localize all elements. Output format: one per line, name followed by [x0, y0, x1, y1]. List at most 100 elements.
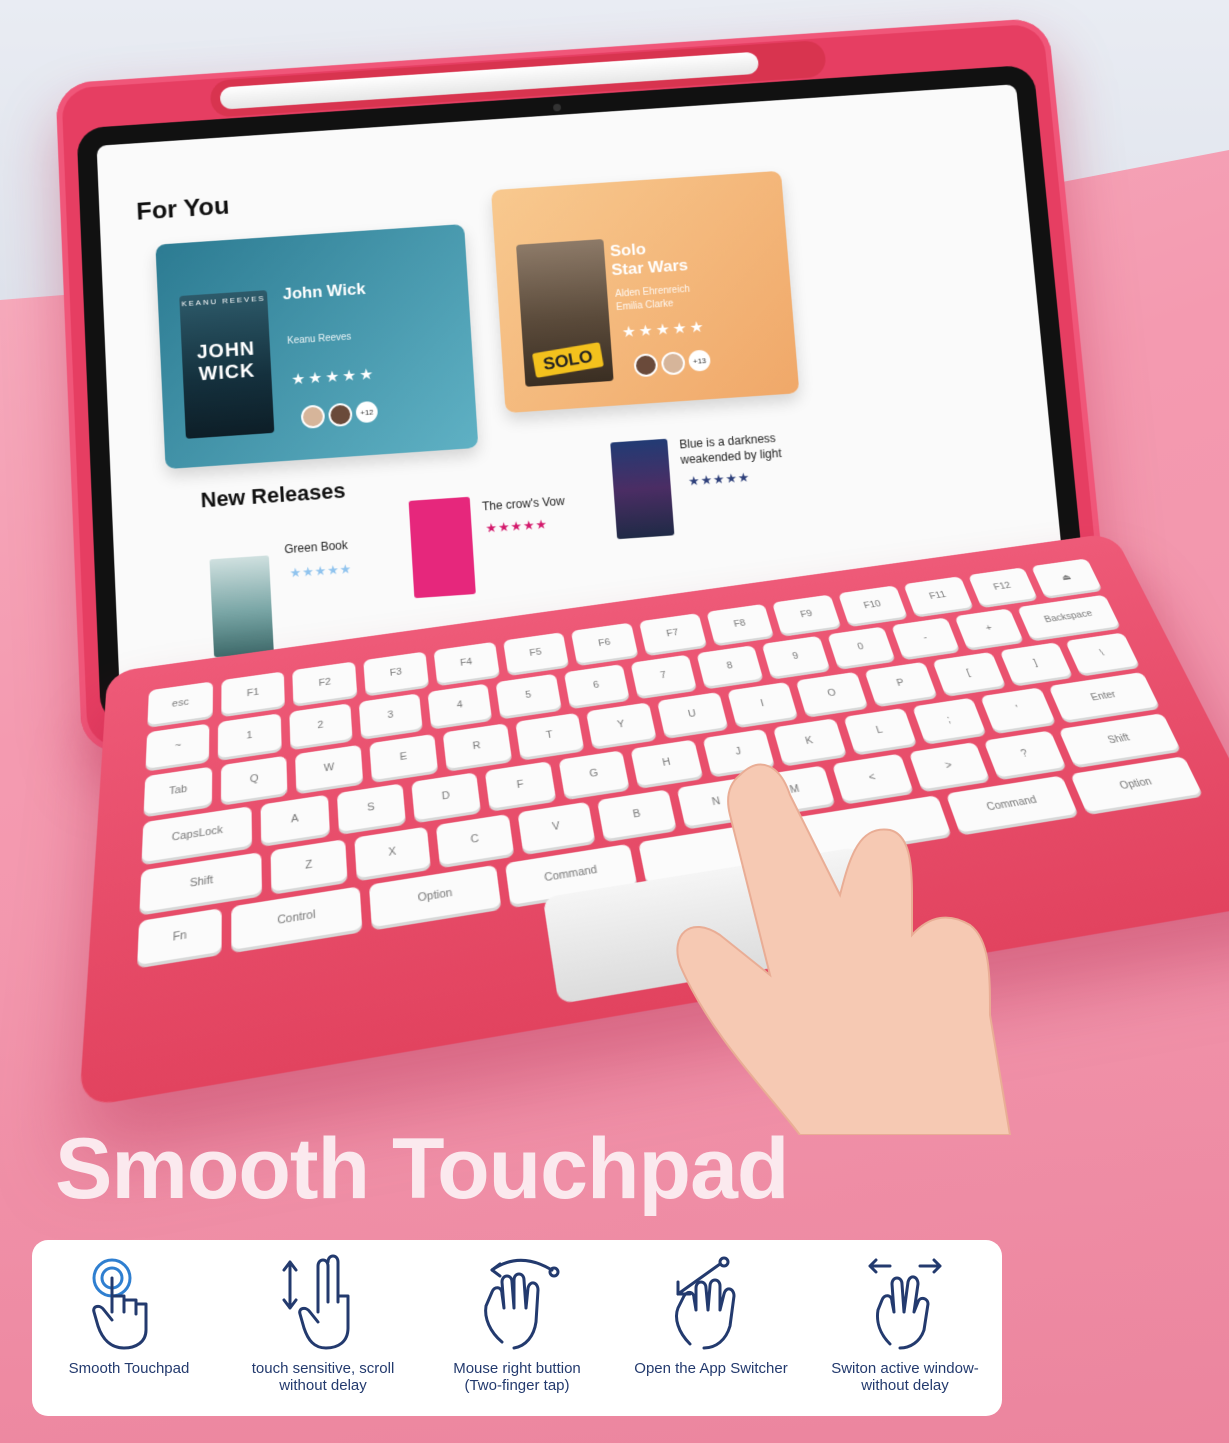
key[interactable]: 4 [427, 683, 493, 728]
avatar [660, 351, 686, 376]
key[interactable]: G [558, 750, 630, 798]
key[interactable]: T [514, 712, 585, 759]
rating-stars: ★★★★★ [290, 366, 377, 389]
key[interactable]: F11 [903, 576, 973, 616]
book-title: Green Book [284, 538, 349, 557]
key[interactable]: P [864, 661, 937, 705]
feature-switch-window: Switon active window- without delay [815, 1252, 995, 1394]
key[interactable]: Z [270, 839, 348, 892]
product-banner: For You KEANU REEVES JOHN WICK John Wick… [0, 0, 1229, 1443]
movie-poster: KEANU REEVES JOHN WICK [179, 290, 275, 439]
movie-card-solo[interactable]: SOLO Solo Star Wars Alden Ehrenreich Emi… [490, 170, 800, 414]
key[interactable]: Q [220, 755, 288, 803]
camera-icon [552, 103, 561, 112]
key[interactable]: ' [980, 687, 1056, 732]
movie-cast: Alden Ehrenreich [614, 284, 691, 300]
key[interactable]: 2 [288, 703, 353, 748]
avatar [300, 404, 326, 429]
key[interactable]: Enter [1048, 671, 1160, 721]
key[interactable]: F [485, 761, 556, 809]
movie-poster: SOLO [516, 239, 614, 387]
three-finger-swipe-icon [868, 1258, 942, 1350]
key[interactable]: CapsLock [141, 806, 253, 863]
key[interactable]: ] [999, 642, 1073, 685]
key[interactable]: - [891, 617, 960, 658]
key[interactable]: 6 [563, 664, 630, 707]
movie-cast: Keanu Reeves [286, 331, 352, 347]
poster-title: SOLO [532, 342, 604, 379]
feature-label: (Two-finger tap) [464, 1377, 570, 1394]
key[interactable]: F9 [772, 594, 841, 635]
feature-label: without delay [861, 1377, 949, 1394]
key[interactable]: 7 [630, 654, 697, 697]
key[interactable]: A [260, 794, 330, 844]
movie-title: Solo [609, 239, 647, 261]
key[interactable]: F6 [571, 622, 639, 664]
more-viewers-badge: +13 [687, 349, 712, 372]
key[interactable]: R [442, 723, 512, 770]
key[interactable]: ~ [145, 723, 210, 769]
key[interactable]: U [656, 691, 728, 737]
key[interactable]: F12 [967, 567, 1038, 606]
key[interactable]: F4 [433, 641, 500, 684]
feature-label: Switon active window- [831, 1360, 979, 1377]
key[interactable]: E [369, 733, 438, 781]
feature-label: Mouse right buttion [453, 1360, 581, 1377]
key[interactable]: Shift [1058, 713, 1181, 766]
hand-illustration [676, 763, 1012, 1135]
rating-stars: ★★★★★ [289, 561, 353, 581]
book-blue-is-a-darkness[interactable]: Blue is a darkness weakended by light ★★… [610, 429, 815, 549]
avatar [327, 402, 353, 428]
key[interactable]: D [411, 772, 482, 821]
key[interactable]: 3 [358, 693, 423, 738]
new-releases-heading: New Releases [200, 478, 347, 513]
key[interactable]: 1 [218, 713, 282, 759]
two-finger-tap-icon [484, 1258, 560, 1350]
book-title: The crow's Vow [481, 494, 566, 514]
rating-stars: ★★★★★ [485, 516, 549, 536]
feature-label: Open the App Switcher [634, 1360, 788, 1377]
key[interactable]: S [336, 783, 406, 833]
key[interactable]: O [796, 671, 868, 716]
feature-label: Smooth Touchpad [68, 1360, 190, 1377]
key[interactable]: V [517, 801, 596, 853]
key[interactable]: C [436, 813, 514, 866]
key[interactable]: I [726, 681, 799, 726]
viewer-avatars: +13 [633, 349, 712, 378]
more-viewers-badge: +12 [355, 400, 379, 424]
key[interactable]: + [954, 608, 1024, 649]
feature-app-switcher: Open the App Switcher [621, 1252, 801, 1377]
key[interactable]: F1 [221, 671, 286, 715]
feature-smooth-touchpad: Smooth Touchpad [39, 1252, 219, 1377]
two-finger-scroll-icon [282, 1254, 350, 1350]
swipe-up-icon [675, 1256, 736, 1350]
movie-subtitle: Star Wars [610, 255, 689, 280]
key[interactable]: F5 [502, 632, 570, 674]
book-cover [610, 438, 675, 540]
movie-card-john-wick[interactable]: KEANU REEVES JOHN WICK John Wick Keanu R… [155, 223, 479, 470]
key[interactable]: 8 [696, 645, 764, 687]
key[interactable]: F7 [638, 613, 707, 654]
hand-shape [676, 763, 1012, 1135]
key[interactable]: F8 [706, 603, 775, 645]
key[interactable]: Y [586, 702, 657, 748]
feature-right-click: Mouse right buttion (Two-finger tap) [427, 1252, 607, 1394]
key[interactable]: F10 [838, 585, 908, 625]
key[interactable]: 5 [495, 673, 562, 717]
feature-scroll: touch sensitive, scroll without delay [233, 1252, 413, 1394]
key[interactable]: X [354, 826, 432, 879]
poster-title: JOHN WICK [196, 338, 256, 386]
key[interactable]: 9 [761, 635, 830, 678]
key[interactable]: Tab [143, 766, 212, 815]
key[interactable]: W [295, 744, 364, 792]
rating-stars: ★★★★★ [687, 469, 751, 489]
key[interactable]: 0 [826, 626, 895, 668]
key[interactable]: F2 [292, 661, 358, 705]
viewer-avatars: +12 [300, 400, 379, 429]
book-cover [209, 555, 274, 658]
key[interactable]: [ [932, 651, 1006, 695]
book-crows-vow[interactable]: The crow's Vow ★★★★★ [408, 489, 594, 608]
key[interactable]: F3 [363, 651, 429, 694]
key[interactable]: Backspace [1017, 594, 1121, 640]
feature-strip: Smooth Touchpad touch sensitive, scroll … [32, 1240, 1002, 1416]
